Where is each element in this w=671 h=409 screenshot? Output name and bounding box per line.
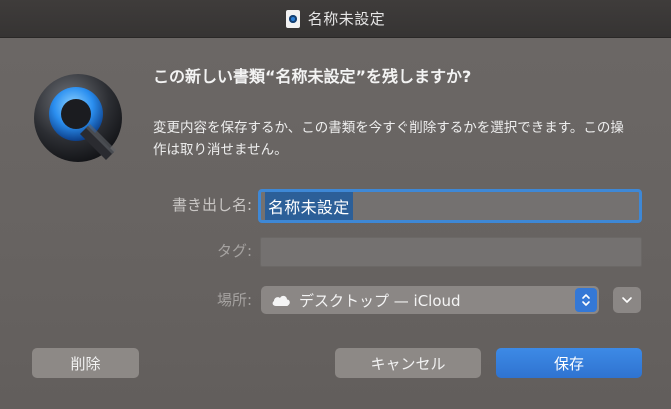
where-label: 場所: (216, 291, 252, 309)
delete-button[interactable]: 削除 (32, 348, 139, 378)
expand-browser-button[interactable] (613, 287, 641, 313)
location-popup[interactable]: デスクトップ — iCloud (261, 286, 599, 314)
cloud-icon (272, 295, 290, 306)
export-name-label: 書き出し名: (171, 196, 252, 214)
dialog-message: 変更内容を保存するか、この書類を今すぐ削除するかを選択できます。この操作は取り消… (153, 120, 624, 158)
export-name-value[interactable]: 名称未設定 (265, 192, 353, 220)
location-value: デスクトップ — iCloud (299, 291, 461, 310)
dialog-headline: この新しい書類“名称未設定”を残しますか? (153, 67, 472, 86)
tags-field[interactable] (260, 237, 642, 267)
title-bar: 名称未設定 (0, 0, 671, 38)
window-title: 名称未設定 (307, 10, 386, 28)
save-button[interactable]: 保存 (496, 348, 642, 378)
quicktime-player-icon (34, 74, 122, 162)
title-wrap: 名称未設定 (285, 8, 386, 29)
cancel-button[interactable]: キャンセル (335, 348, 481, 378)
tags-label: タグ: (216, 242, 252, 260)
chevron-down-icon (622, 297, 632, 303)
export-name-field[interactable]: 名称未設定 (258, 189, 642, 223)
quicktime-document-icon (285, 9, 300, 28)
save-dialog-window: 名称未設定 この新しい書類“名称未設定”を残しますか? 変更内容を保存するか、こ… (0, 0, 671, 409)
chevron-up-down-icon[interactable] (575, 288, 597, 312)
